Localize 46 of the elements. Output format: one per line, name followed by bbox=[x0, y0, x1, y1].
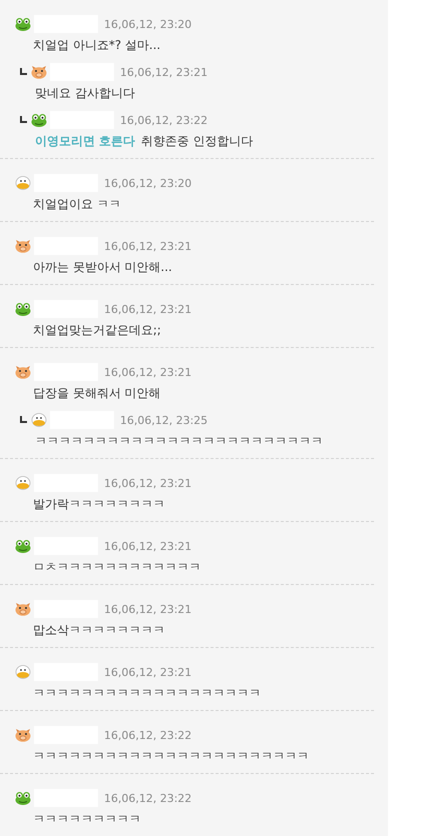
pig-avatar-icon bbox=[15, 365, 31, 379]
frog-avatar-icon bbox=[15, 539, 31, 553]
comment-date: 16,06,12, 23:21 bbox=[120, 66, 208, 78]
duck-avatar-icon bbox=[31, 413, 47, 427]
duck-avatar-icon bbox=[15, 665, 31, 679]
frog-avatar-icon bbox=[15, 791, 31, 805]
comment-text: 맞네요 감사합니다 bbox=[35, 86, 135, 100]
reply-marker-icon bbox=[20, 116, 27, 122]
comment-text: 아까는 못받아서 미안해... bbox=[33, 260, 172, 274]
pig-avatar-icon bbox=[31, 65, 47, 79]
comment-text: 발가락ㅋㅋㅋㅋㅋㅋㅋㅋ bbox=[33, 497, 165, 511]
comment-text: 취향존중 인정합니다 bbox=[141, 134, 254, 148]
comment-text: 치얼업이요 ㅋㅋ bbox=[33, 197, 121, 211]
comment-date: 16,06,12, 23:22 bbox=[120, 114, 208, 126]
comment-text: ㅋㅋㅋㅋㅋㅋㅋㅋㅋ bbox=[33, 812, 141, 826]
reply-marker-icon bbox=[20, 68, 27, 74]
comment-date: 16,06,12, 23:25 bbox=[120, 414, 208, 426]
comment-text: ㅋㅋㅋㅋㅋㅋㅋㅋㅋㅋㅋㅋㅋㅋㅋㅋㅋㅋㅋㅋㅋㅋㅋ bbox=[33, 749, 309, 763]
duck-avatar-icon bbox=[15, 176, 31, 190]
comment-text: ㅋㅋㅋㅋㅋㅋㅋㅋㅋㅋㅋㅋㅋㅋㅋㅋㅋㅋㅋ bbox=[33, 686, 261, 700]
comment-date: 16,06,12, 23:21 bbox=[104, 476, 192, 490]
frog-avatar-icon bbox=[31, 113, 47, 127]
mention-link[interactable]: 이영모리면 호른다 bbox=[35, 134, 136, 148]
reply-marker-icon bbox=[20, 416, 27, 422]
pig-avatar-icon bbox=[15, 602, 31, 616]
comment-date: 16,06,12, 23:21 bbox=[104, 540, 192, 552]
frog-avatar-icon bbox=[15, 17, 31, 31]
comment-text: ㅋㅋㅋㅋㅋㅋㅋㅋㅋㅋㅋㅋㅋㅋㅋㅋㅋㅋㅋㅋㅋㅋㅋㅋ bbox=[35, 434, 323, 448]
comment-text: ㅁㅊㅋㅋㅋㅋㅋㅋㅋㅋㅋㅋㅋㅋ bbox=[33, 560, 201, 574]
comment-date: 16,06,12, 23:21 bbox=[104, 602, 192, 616]
comment-text: 답장을 못해줘서 미안해 bbox=[33, 386, 161, 400]
comment-date: 16,06,12, 23:20 bbox=[104, 18, 192, 30]
comment-date: 16,06,12, 23:22 bbox=[104, 792, 192, 804]
comment-date: 16,06,12, 23:22 bbox=[104, 728, 192, 742]
frog-avatar-icon bbox=[15, 302, 31, 316]
comment-date: 16,06,12, 23:21 bbox=[104, 240, 192, 252]
comment-text: 치얼업 아니죠*? 설마... bbox=[33, 38, 160, 52]
comment-text: 맙소삭ㅋㅋㅋㅋㅋㅋㅋㅋ bbox=[33, 623, 165, 637]
pig-avatar-icon bbox=[15, 728, 31, 742]
comment-date: 16,06,12, 23:21 bbox=[104, 666, 192, 678]
comment-date: 16,06,12, 23:20 bbox=[104, 176, 192, 190]
duck-avatar-icon bbox=[15, 476, 31, 490]
comment-text: 치얼업맞는거같은데요;; bbox=[33, 323, 162, 337]
comment-date: 16,06,12, 23:21 bbox=[104, 302, 192, 316]
comment-date: 16,06,12, 23:21 bbox=[104, 366, 192, 378]
pig-avatar-icon bbox=[15, 239, 31, 253]
